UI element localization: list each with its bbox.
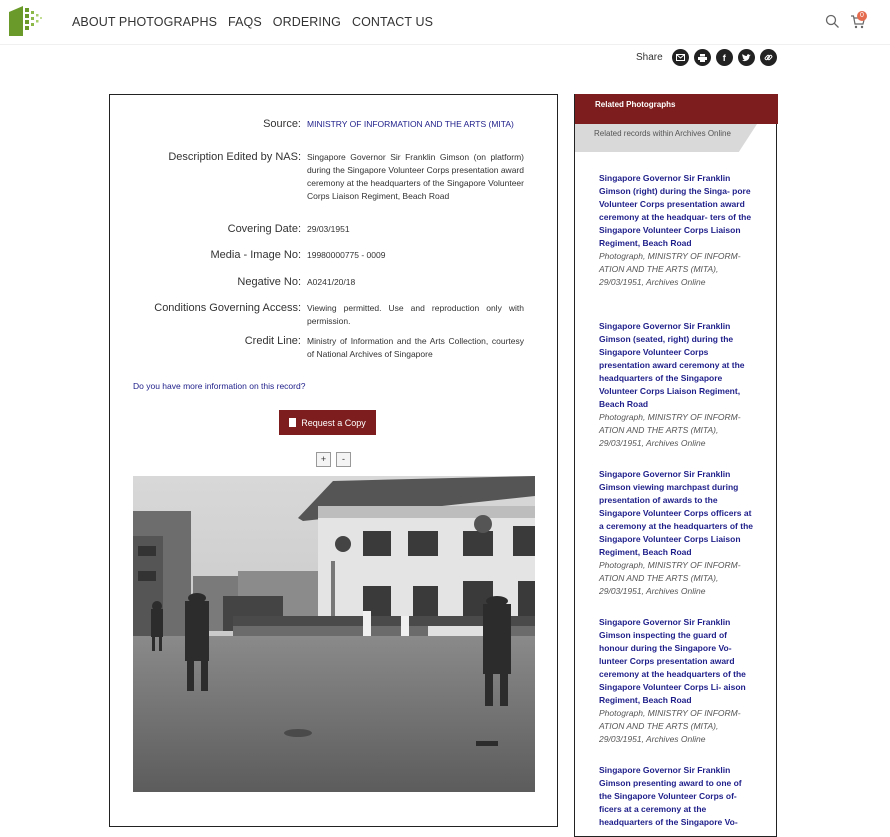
related-item-title[interactable]: Singapore Governor Sir Franklin Gimson i… <box>599 616 755 707</box>
related-sidebar: Related Photographs Related records with… <box>574 94 778 837</box>
related-item-title[interactable]: Singapore Governor Sir Franklin Gimson (… <box>599 172 755 250</box>
related-item-title[interactable]: Singapore Governor Sir Franklin Gimson (… <box>599 320 755 411</box>
nav-contact-us[interactable]: CONTACT US <box>352 15 433 29</box>
related-item-title[interactable]: Singapore Governor Sir Franklin Gimson v… <box>599 468 755 559</box>
related-item-title[interactable]: Singapore Governor Sir Franklin Gimson p… <box>599 764 755 829</box>
main-nav: ABOUT PHOTOGRAPHS FAQS ORDERING CONTACT … <box>72 15 444 29</box>
record-photograph[interactable] <box>133 476 535 792</box>
related-records-tab[interactable]: Related records within Archives Online <box>575 124 757 152</box>
related-item[interactable]: Singapore Governor Sir Franklin Gimson (… <box>599 320 755 450</box>
cart-count-badge: 0 <box>857 11 867 21</box>
print-icon[interactable] <box>693 49 711 66</box>
nav-faqs[interactable]: FAQS <box>228 15 262 29</box>
email-share-icon[interactable] <box>671 49 689 66</box>
related-photographs-header: Related Photographs <box>575 94 778 124</box>
field-value: 29/03/1951 <box>307 224 350 234</box>
field-value: Ministry of Information and the Arts Col… <box>307 336 524 359</box>
field-label: Description Edited by NAS: <box>168 151 301 163</box>
related-item-meta: Photograph, MINISTRY OF INFORM- ATION AN… <box>599 412 741 448</box>
field-label: Covering Date: <box>227 223 301 235</box>
field-value: A0241/20/18 <box>307 277 356 287</box>
site-header: ABOUT PHOTOGRAPHS FAQS ORDERING CONTACT … <box>0 0 890 45</box>
zoom-controls: + - <box>316 452 351 467</box>
field-label: Conditions Governing Access: <box>154 302 301 314</box>
field-label: Source: <box>263 118 301 130</box>
related-item[interactable]: Singapore Governor Sir Franklin Gimson p… <box>599 764 755 829</box>
field-label: Credit Line: <box>244 335 301 347</box>
site-logo[interactable] <box>9 4 47 36</box>
search-icon[interactable] <box>825 14 840 29</box>
nav-ordering[interactable]: ORDERING <box>273 15 341 29</box>
field-value: Viewing permitted. Use and reproduction … <box>307 303 524 326</box>
field-label: Negative No: <box>237 276 301 288</box>
twitter-icon[interactable] <box>737 49 755 66</box>
related-item-meta: Photograph, MINISTRY OF INFORM- ATION AN… <box>599 708 741 744</box>
share-bar: Share f <box>636 49 777 66</box>
related-item-meta: Photograph, MINISTRY OF INFORM- ATION AN… <box>599 560 741 596</box>
zoom-in-button[interactable]: + <box>316 452 331 467</box>
related-item-meta: Photograph, MINISTRY OF INFORM- ATION AN… <box>599 251 741 287</box>
related-item[interactable]: Singapore Governor Sir Franklin Gimson v… <box>599 468 755 598</box>
zoom-out-button[interactable]: - <box>336 452 351 467</box>
field-label: Media - Image No: <box>210 249 301 261</box>
source-value-link[interactable]: MINISTRY OF INFORMATION AND THE ARTS (MI… <box>307 118 524 131</box>
request-copy-button[interactable]: Request a Copy <box>279 410 376 435</box>
field-value: Singapore Governor Sir Franklin Gimson (… <box>307 152 524 201</box>
related-item[interactable]: Singapore Governor Sir Franklin Gimson (… <box>599 172 755 289</box>
document-icon <box>289 418 297 427</box>
share-label: Share <box>636 52 663 63</box>
more-information-link[interactable]: Do you have more information on this rec… <box>133 381 305 391</box>
related-item[interactable]: Singapore Governor Sir Franklin Gimson i… <box>599 616 755 746</box>
record-detail-panel: Source: MINISTRY OF INFORMATION AND THE … <box>109 94 558 827</box>
request-copy-label: Request a Copy <box>301 417 366 428</box>
facebook-icon[interactable]: f <box>715 49 733 66</box>
nav-about-photographs[interactable]: ABOUT PHOTOGRAPHS <box>72 15 217 29</box>
link-icon[interactable] <box>759 49 777 66</box>
field-value: 19980000775 - 0009 <box>307 250 386 260</box>
